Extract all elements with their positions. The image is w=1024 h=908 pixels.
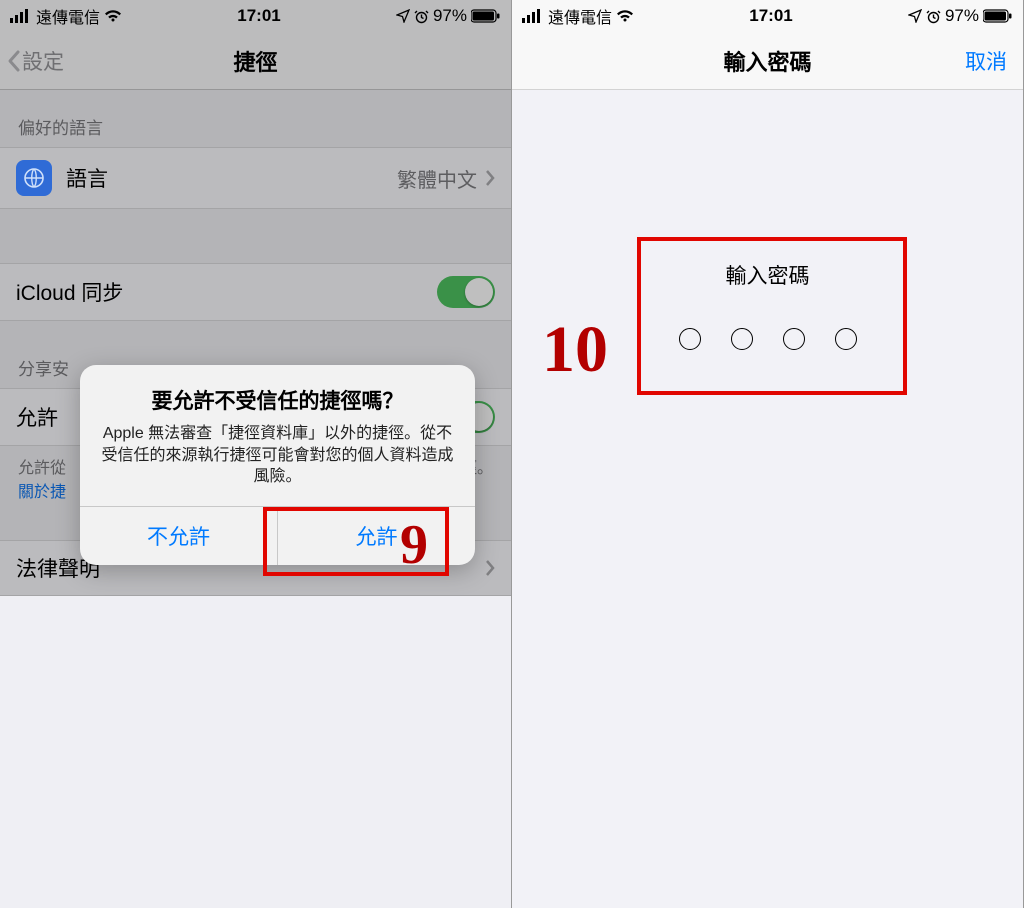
alert-title: 要允許不受信任的捷徑嗎？ bbox=[98, 385, 457, 415]
passcode-entry: 輸入密碼 bbox=[512, 260, 1023, 350]
carrier-label: 遠傳電信 bbox=[548, 4, 612, 28]
signal-icon bbox=[522, 9, 544, 23]
alarm-icon bbox=[926, 9, 941, 24]
alert-allow-button[interactable]: 允許 bbox=[277, 507, 475, 565]
wifi-icon bbox=[616, 9, 634, 23]
location-icon bbox=[908, 9, 922, 23]
passcode-prompt: 輸入密碼 bbox=[512, 260, 1023, 290]
status-right: 97% bbox=[908, 6, 1013, 26]
alert-untrusted: 要允許不受信任的捷徑嗎？ Apple 無法審查「捷徑資料庫」以外的捷徑。從不受信… bbox=[80, 365, 475, 565]
passcode-dots[interactable] bbox=[512, 328, 1023, 350]
status-left: 遠傳電信 bbox=[522, 4, 634, 28]
nav-title: 輸入密碼 bbox=[723, 45, 811, 77]
cancel-button[interactable]: 取消 bbox=[965, 32, 1007, 89]
status-time: 17:01 bbox=[749, 6, 792, 26]
passcode-dot bbox=[679, 328, 701, 350]
status-bar: 遠傳電信 17:01 97% bbox=[512, 0, 1023, 32]
passcode-dot bbox=[731, 328, 753, 350]
alert-deny-button[interactable]: 不允許 bbox=[80, 507, 277, 565]
passcode-dot bbox=[783, 328, 805, 350]
screenshot-right: 遠傳電信 17:01 97% 輸入密碼 取消 輸入密碼 10 bbox=[512, 0, 1024, 908]
screenshot-left: 遠傳電信 17:01 97% 設定 捷徑 偏好的語言 語言 繁體中文 bbox=[0, 0, 512, 908]
alert-message: Apple 無法審查「捷徑資料庫」以外的捷徑。從不受信任的來源執行捷徑可能會對您… bbox=[98, 423, 457, 488]
battery-icon bbox=[983, 9, 1013, 23]
passcode-dot bbox=[835, 328, 857, 350]
battery-label: 97% bbox=[945, 6, 979, 26]
nav-bar: 輸入密碼 取消 bbox=[512, 32, 1023, 90]
